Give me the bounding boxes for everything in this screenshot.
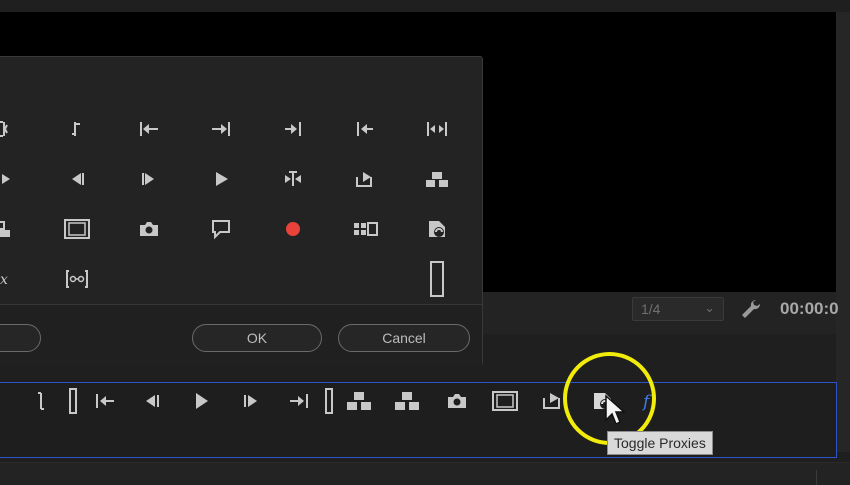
mark-clip-end-icon[interactable]	[314, 388, 344, 414]
step-back-icon[interactable]	[137, 388, 167, 414]
step-back-partial-icon[interactable]	[0, 164, 21, 194]
ok-button[interactable]: OK	[192, 324, 322, 352]
go-to-previous-edit-icon[interactable]	[132, 114, 166, 144]
step-forward-icon[interactable]	[132, 164, 166, 194]
tooltip: Toggle Proxies	[607, 431, 713, 455]
program-monitor-screen: 1/4 ⌄ 00:00:0 x OK Cancel f Toggle Proxi…	[0, 0, 850, 485]
safe-margins-icon[interactable]	[60, 214, 94, 244]
multi-camera-icon[interactable]	[348, 214, 382, 244]
lift-icon[interactable]	[344, 388, 374, 414]
toggle-proxies-icon[interactable]	[420, 214, 454, 244]
safe-margins-icon[interactable]	[490, 388, 520, 414]
play-in-to-out-icon[interactable]	[420, 114, 454, 144]
mark-out-icon[interactable]	[26, 388, 56, 414]
resolution-value: 1/4	[641, 301, 661, 317]
extract-icon[interactable]	[0, 214, 21, 244]
playhead-timecode[interactable]: 00:00:0	[780, 299, 839, 319]
playback-resolution-dropdown[interactable]: 1/4 ⌄	[632, 297, 724, 321]
record-icon[interactable]	[276, 214, 310, 244]
fx-icon[interactable]: x	[0, 264, 21, 294]
play-icon[interactable]	[204, 164, 238, 194]
step-back-icon[interactable]	[60, 164, 94, 194]
go-to-in-icon[interactable]	[90, 388, 120, 414]
go-to-out-icon[interactable]	[276, 114, 310, 144]
timeline-header-strip	[0, 462, 850, 485]
button-editor-dialog: x OK Cancel	[0, 56, 483, 366]
button-editor-grid: x	[0, 57, 482, 304]
divider	[816, 470, 817, 485]
go-to-in-icon[interactable]	[348, 114, 382, 144]
go-to-out-icon[interactable]	[284, 388, 314, 414]
camera-icon[interactable]	[132, 214, 166, 244]
wrench-icon[interactable]	[738, 297, 764, 323]
loop-icon[interactable]	[60, 264, 94, 294]
panel-edge	[836, 12, 850, 452]
cancel-button[interactable]: Cancel	[338, 324, 470, 352]
export-frame-icon[interactable]	[348, 164, 382, 194]
camera-icon[interactable]	[442, 388, 472, 414]
extract-icon[interactable]	[392, 388, 422, 414]
button-editor-footer: OK Cancel	[0, 304, 482, 366]
svg-text:x: x	[0, 272, 8, 288]
play-icon[interactable]	[186, 388, 216, 414]
lift-icon[interactable]	[420, 164, 454, 194]
trim-icon[interactable]	[276, 164, 310, 194]
insert-icon[interactable]	[0, 114, 21, 144]
spacer-icon[interactable]	[420, 256, 454, 302]
step-forward-icon[interactable]	[236, 388, 266, 414]
chevron-down-icon: ⌄	[704, 300, 715, 315]
mark-out-icon[interactable]	[60, 114, 94, 144]
mouse-pointer-icon	[604, 394, 626, 428]
mark-clip-icon[interactable]	[58, 388, 88, 414]
go-to-next-edit-icon[interactable]	[204, 114, 238, 144]
comment-marker-icon[interactable]	[204, 214, 238, 244]
reset-layout-button[interactable]	[0, 324, 41, 352]
